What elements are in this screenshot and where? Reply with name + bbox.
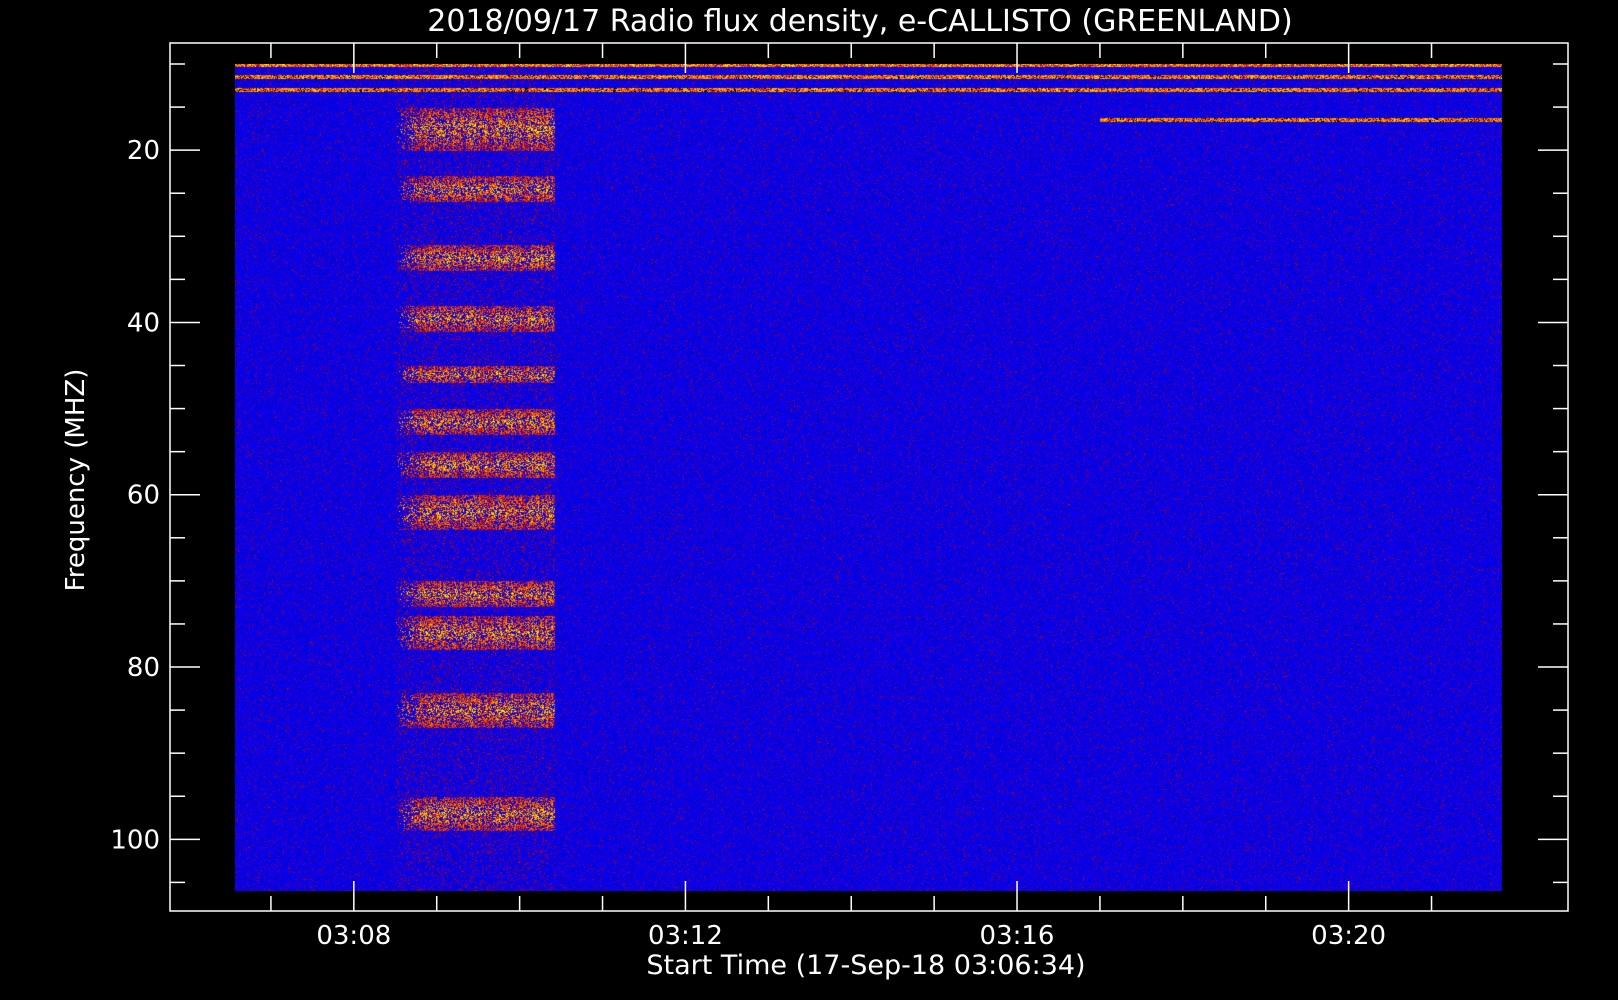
plot-area (235, 64, 1502, 891)
y-axis-label: Frequency (MHZ) (61, 369, 91, 592)
y-tick-label: 100 (110, 825, 160, 855)
x-tick-label: 03:08 (316, 921, 391, 951)
spectrogram-image (235, 64, 1502, 891)
y-tick-label: 20 (127, 136, 160, 166)
x-axis-label: Start Time (17-Sep-18 03:06:34) (646, 950, 1085, 981)
y-tick-label: 60 (127, 481, 160, 511)
x-tick-label: 03:16 (980, 921, 1055, 951)
spectrogram-chart: 2018/09/17 Radio flux density, e-CALLIST… (0, 0, 1618, 1000)
y-tick-label: 40 (127, 308, 160, 338)
chart-title: 2018/09/17 Radio flux density, e-CALLIST… (427, 4, 1292, 39)
y-tick-label: 80 (127, 653, 160, 683)
x-tick-label: 03:20 (1311, 921, 1386, 951)
x-tick-label: 03:12 (648, 921, 723, 951)
